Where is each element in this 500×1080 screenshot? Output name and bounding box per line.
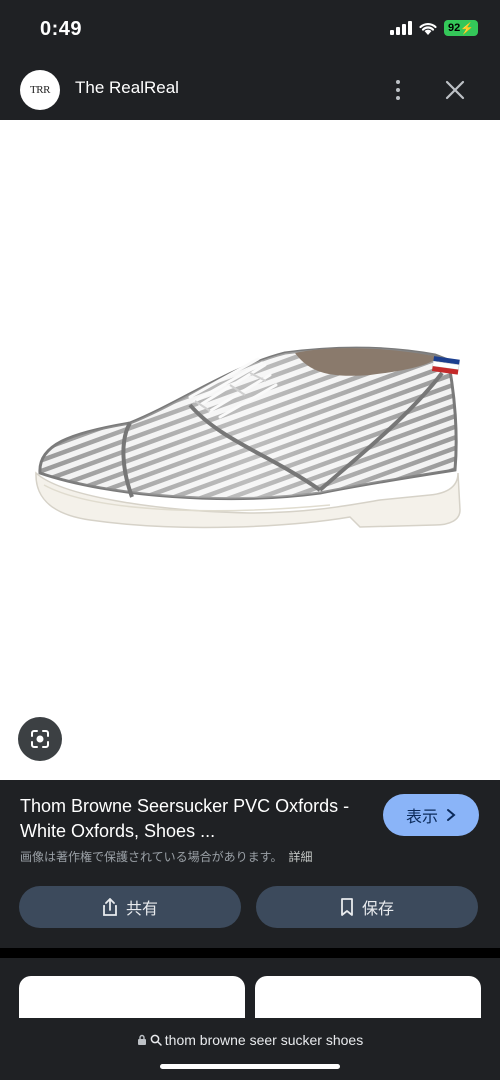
status-time: 0:49 xyxy=(40,18,83,40)
page: 0:49 92 ⚡ TRR The RealReal Thom Browne S… xyxy=(0,0,500,1080)
url-display[interactable]: thom browne seer sucker shoes xyxy=(0,1032,500,1048)
url-bar[interactable]: thom browne seer sucker shoes xyxy=(0,1018,500,1080)
search-query: thom browne seer sucker shoes xyxy=(164,1032,364,1048)
save-label: 保存 xyxy=(361,901,394,918)
product-title[interactable]: Thom Browne Seersucker PVC Oxfords - Whi… xyxy=(20,794,360,844)
lens-button[interactable] xyxy=(18,717,62,761)
view-button[interactable]: 表示 xyxy=(383,794,479,836)
section-divider xyxy=(0,948,500,958)
copyright-text: 画像は著作権で保護されている場合があります。 xyxy=(20,850,283,864)
close-icon[interactable] xyxy=(440,75,470,105)
signal-icon xyxy=(390,21,413,35)
status-bar: 0:49 92 ⚡ xyxy=(0,0,500,60)
view-label: 表示 xyxy=(405,809,438,826)
battery-indicator: 92 ⚡ xyxy=(444,20,478,36)
share-icon xyxy=(103,898,117,916)
more-vert-icon[interactable] xyxy=(388,76,408,104)
charging-icon: ⚡ xyxy=(460,22,474,35)
share-button[interactable]: 共有 xyxy=(19,886,241,928)
product-info: Thom Browne Seersucker PVC Oxfords - Whi… xyxy=(0,780,500,950)
status-icons: 92 ⚡ xyxy=(390,20,478,36)
share-label: 共有 xyxy=(125,901,158,918)
lens-icon xyxy=(31,730,49,748)
related-results xyxy=(0,958,500,1018)
site-logo[interactable]: TRR xyxy=(20,70,60,110)
lock-icon xyxy=(137,1034,146,1045)
details-link[interactable]: 詳細 xyxy=(288,850,312,864)
product-image[interactable] xyxy=(30,345,470,555)
site-name[interactable]: The RealReal xyxy=(75,78,179,98)
battery-level: 92 xyxy=(448,22,461,34)
save-button[interactable]: 保存 xyxy=(256,886,478,928)
chevron-right-icon xyxy=(447,809,456,821)
related-card[interactable] xyxy=(19,976,245,1018)
related-card[interactable] xyxy=(255,976,481,1018)
copyright-notice: 画像は著作権で保護されている場合があります。 詳細 xyxy=(20,848,312,865)
product-image-area[interactable] xyxy=(0,120,500,780)
bookmark-icon xyxy=(341,898,353,916)
wifi-icon xyxy=(419,22,437,35)
home-indicator[interactable] xyxy=(160,1064,340,1069)
header: TRR The RealReal xyxy=(0,60,500,120)
search-icon xyxy=(150,1034,162,1046)
